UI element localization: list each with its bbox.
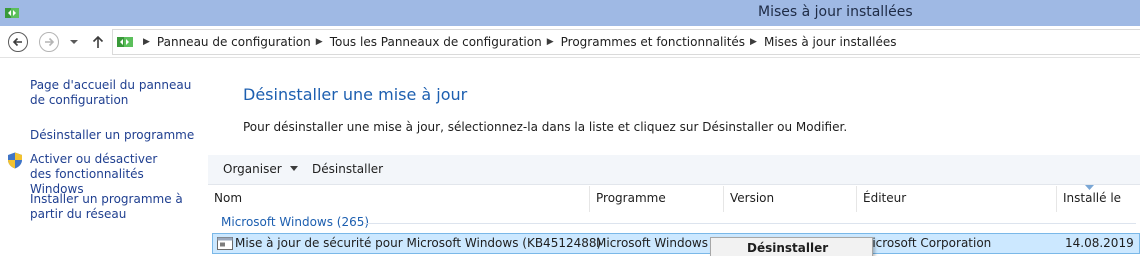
organise-button[interactable]: Organiser <box>223 162 298 176</box>
recent-locations-chevron-icon[interactable] <box>69 37 79 47</box>
column-header-row: Nom Programme Version Éditeur Installé l… <box>208 185 1140 212</box>
group-header[interactable]: Microsoft Windows (265) <box>208 212 1140 232</box>
table-row[interactable]: Mise à jour de sécurité pour Microsoft W… <box>212 233 1140 254</box>
page-title: Désinstaller une mise à jour <box>243 85 468 104</box>
column-header-installed-on[interactable]: Installé le <box>1057 185 1140 212</box>
sort-descending-icon <box>1085 185 1094 190</box>
group-label: Microsoft Windows (265) <box>221 215 370 229</box>
column-header-version[interactable]: Version <box>724 186 857 212</box>
context-menu-uninstall[interactable]: Désinstaller <box>747 241 828 255</box>
forward-button[interactable] <box>39 32 59 52</box>
arrow-left-icon <box>12 37 22 47</box>
uac-shield-icon <box>8 152 22 169</box>
chevron-down-icon <box>289 166 298 171</box>
uninstall-program-link[interactable]: Désinstaller un programme <box>30 128 202 143</box>
control-panel-icon <box>5 8 19 18</box>
cell-program: Microsoft Windows <box>596 236 708 250</box>
control-panel-home-link[interactable]: Page d'accueil du panneau de configurati… <box>30 78 202 108</box>
page-description: Pour désinstaller une mise à jour, sélec… <box>243 120 848 134</box>
update-package-icon <box>217 237 233 250</box>
breadcrumb-item-control-panel[interactable]: Panneau de configuration <box>157 35 311 49</box>
uninstall-button[interactable]: Désinstaller <box>312 162 383 176</box>
address-bar: ▶ Panneau de configuration ▶ Tous les Pa… <box>0 26 1140 58</box>
breadcrumb-item-programs-features[interactable]: Programmes et fonctionnalités <box>561 35 745 49</box>
group-divider <box>363 223 1136 224</box>
title-bar: Mises à jour installées <box>0 0 1140 26</box>
column-header-publisher[interactable]: Éditeur <box>857 186 1057 212</box>
windows-features-link[interactable]: Activer ou désactiver des fonctionnalité… <box>30 152 180 197</box>
chevron-right-icon[interactable]: ▶ <box>316 37 323 47</box>
organise-label: Organiser <box>223 162 282 176</box>
chevron-right-icon[interactable]: ▶ <box>547 37 554 47</box>
command-bar: Organiser Désinstaller <box>208 155 1140 185</box>
left-task-pane: Page d'accueil du panneau de configurati… <box>0 58 208 256</box>
breadcrumb-item-installed-updates[interactable]: Mises à jour installées <box>764 35 897 49</box>
back-button[interactable] <box>8 32 28 52</box>
column-header-program[interactable]: Programme <box>590 186 724 212</box>
install-from-network-link[interactable]: Installer un programme à partir du résea… <box>30 192 208 222</box>
arrow-right-icon <box>45 37 55 47</box>
breadcrumb[interactable]: ▶ Panneau de configuration ▶ Tous les Pa… <box>112 29 1140 55</box>
control-panel-icon <box>117 37 133 47</box>
breadcrumb-item-all-control-panels[interactable]: Tous les Panneaux de configuration <box>330 35 542 49</box>
cell-publisher: licrosoft Corporation <box>869 236 992 250</box>
chevron-right-icon[interactable]: ▶ <box>143 37 150 47</box>
chevron-right-icon[interactable]: ▶ <box>750 37 757 47</box>
column-header-name[interactable]: Nom <box>208 186 590 212</box>
context-menu: Désinstaller <box>710 237 873 256</box>
window-title: Mises à jour installées <box>758 4 913 20</box>
up-arrow-icon[interactable] <box>90 34 106 50</box>
column-header-installed-on-label: Installé le <box>1063 191 1122 205</box>
cell-name: Mise à jour de sécurité pour Microsoft W… <box>235 236 602 250</box>
cell-installed-on: 14.08.2019 <box>1065 236 1134 250</box>
